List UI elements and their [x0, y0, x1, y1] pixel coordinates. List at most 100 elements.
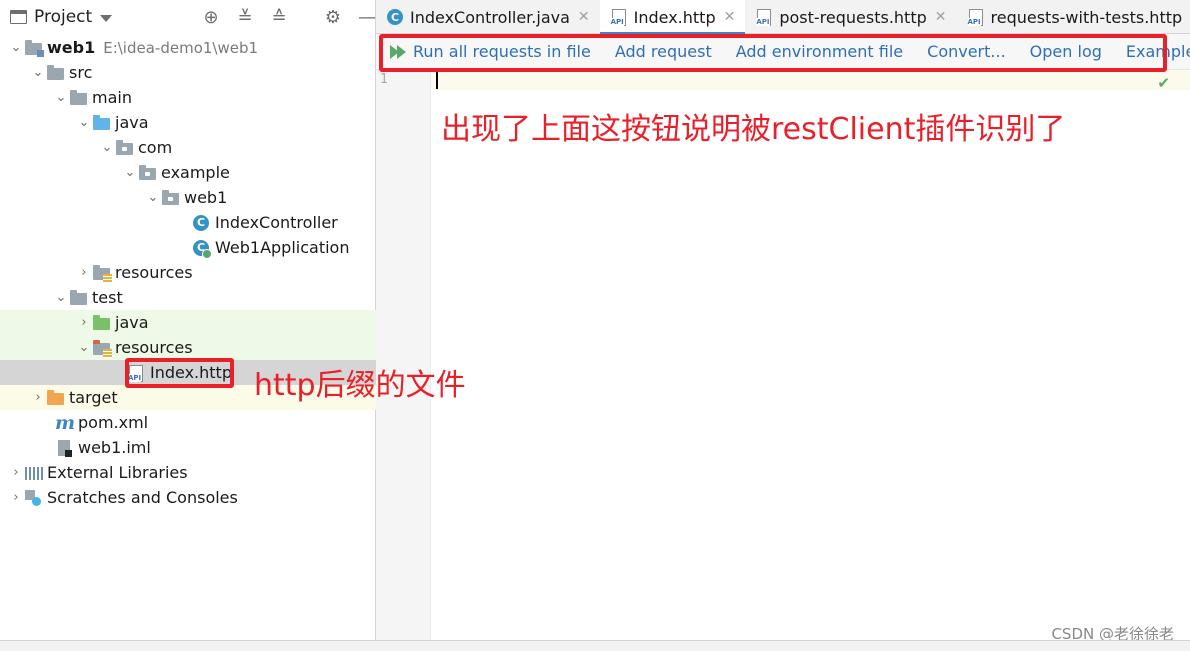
tree-item-label: External Libraries — [47, 463, 188, 482]
annotation-box-toolbar — [379, 34, 1167, 72]
gear-icon[interactable]: ⚙ — [316, 0, 350, 34]
tree-item-label: target — [69, 388, 118, 407]
status-bar — [0, 640, 1190, 651]
tree-item-main[interactable]: ⌄ main — [0, 85, 376, 110]
tab-label: post-requests.http — [779, 7, 927, 27]
project-view-icon — [10, 10, 27, 24]
package-icon — [138, 164, 156, 182]
tab-requests-with-tests-http[interactable]: requests-with-tests.http — [957, 0, 1190, 34]
folder-icon — [69, 89, 87, 107]
excluded-folder-icon — [46, 389, 64, 407]
tree-item-web1-iml[interactable]: web1.iml — [0, 435, 376, 460]
chevron-down-icon[interactable]: ⌄ — [122, 160, 138, 185]
module-folder-icon — [24, 39, 44, 57]
chevron-down-icon[interactable]: ⌄ — [145, 185, 161, 210]
chevron-down-icon[interactable]: ⌄ — [30, 60, 46, 85]
class-icon: C — [386, 8, 404, 26]
editor-tab-bar: C IndexController.java ✕ Index.http ✕ po… — [376, 0, 1190, 35]
tree-item-web1-package[interactable]: ⌄ web1 — [0, 185, 376, 210]
tree-item-com[interactable]: ⌄ com — [0, 135, 376, 160]
chevron-right-icon[interactable]: › — [8, 485, 24, 510]
tab-indexcontroller-java[interactable]: C IndexController.java ✕ — [376, 0, 600, 34]
spring-boot-class-icon: C — [192, 239, 212, 259]
test-source-folder-icon — [92, 314, 110, 332]
annotation-box-index-http — [125, 358, 234, 388]
chevron-right-icon[interactable]: › — [76, 310, 92, 335]
tree-item-pom-xml[interactable]: m pom.xml — [0, 410, 376, 435]
tree-item-label: test — [92, 288, 123, 307]
http-file-icon — [755, 8, 773, 26]
tree-item-test-java[interactable]: › java — [0, 310, 376, 335]
tree-item-label: web1.iml — [78, 438, 151, 457]
tree-item-external-libraries[interactable]: › External Libraries — [0, 460, 376, 485]
package-icon — [161, 189, 179, 207]
tree-item-test[interactable]: ⌄ test — [0, 285, 376, 310]
chevron-down-icon[interactable]: ⌄ — [99, 135, 115, 160]
tree-item-indexcontroller[interactable]: C IndexController — [0, 210, 376, 235]
tree-item-src[interactable]: ⌄ src — [0, 60, 376, 85]
folder-icon — [46, 64, 64, 82]
tree-item-test-resources[interactable]: ⌄ resources — [0, 335, 376, 360]
tree-item-label: resources — [115, 263, 193, 282]
chevron-right-icon[interactable]: › — [76, 260, 92, 285]
test-resources-folder-icon — [92, 339, 112, 358]
maven-icon: m — [55, 411, 76, 434]
annotation-file-note: http后缀的文件 — [254, 368, 466, 403]
tree-item-label: main — [92, 88, 132, 107]
tree-item-label: example — [161, 163, 230, 182]
close-icon[interactable]: ✕ — [724, 9, 736, 25]
tree-item-main-resources[interactable]: › resources — [0, 260, 376, 285]
tree-item-web1-module[interactable]: ⌄ web1 E:\idea-demo1\web1 — [0, 35, 376, 60]
source-folder-icon — [92, 114, 110, 132]
tab-index-http[interactable]: Index.http ✕ — [599, 0, 746, 35]
current-line-highlight — [431, 70, 1190, 90]
project-panel-header: Project ⊕ ≚ ≙ ⚙ — — [0, 0, 376, 34]
chevron-down-icon[interactable]: ⌄ — [8, 35, 24, 60]
scratches-icon — [24, 489, 42, 507]
chevron-right-icon[interactable]: › — [8, 460, 24, 485]
project-panel-tools: ⊕ ≚ ≙ ⚙ — — [194, 0, 384, 34]
text-caret — [436, 72, 438, 89]
tree-item-label: Scratches and Consoles — [47, 488, 238, 507]
tree-item-label: java — [115, 313, 149, 332]
tab-post-requests-http[interactable]: post-requests.http ✕ — [745, 0, 956, 34]
module-path: E:\idea-demo1\web1 — [103, 38, 259, 57]
folder-icon — [69, 289, 87, 307]
tree-item-label: Web1Application — [215, 238, 350, 257]
close-icon[interactable]: ✕ — [578, 9, 590, 25]
tree-item-label: resources — [115, 338, 193, 357]
tab-label: Index.http — [633, 7, 716, 27]
tree-item-label: IndexController — [215, 213, 338, 232]
tree-item-main-java[interactable]: ⌄ java — [0, 110, 376, 135]
checkmark-icon: ✔ — [1157, 74, 1170, 92]
collapse-all-icon[interactable]: ≙ — [262, 0, 296, 34]
tree-item-label: web1 — [47, 38, 96, 57]
chevron-down-icon[interactable]: ⌄ — [76, 110, 92, 135]
chevron-down-icon[interactable] — [100, 14, 113, 22]
class-icon: C — [192, 214, 210, 232]
editor-area: C IndexController.java ✕ Index.http ✕ po… — [376, 0, 1190, 651]
chevron-down-icon[interactable]: ⌄ — [53, 85, 69, 110]
tree-item-scratches[interactable]: › Scratches and Consoles — [0, 485, 376, 510]
http-file-icon — [967, 8, 985, 26]
tree-item-label: src — [69, 63, 93, 82]
tab-label: requests-with-tests.http — [990, 7, 1183, 27]
tree-item-label: web1 — [184, 188, 228, 207]
tree-item-label: pom.xml — [78, 413, 149, 432]
separator — [296, 0, 316, 34]
line-number: 1 — [380, 72, 388, 87]
expand-all-icon[interactable]: ≚ — [228, 0, 262, 34]
code-editor[interactable]: ✔ — [431, 70, 1190, 651]
project-panel: Project ⊕ ≚ ≙ ⚙ — ⌄ web1 E:\idea-demo1\w… — [0, 0, 376, 651]
project-view-selector[interactable]: Project — [34, 7, 92, 27]
tree-item-example[interactable]: ⌄ example — [0, 160, 376, 185]
locate-file-icon[interactable]: ⊕ — [194, 0, 228, 34]
tab-label: IndexController.java — [410, 7, 570, 27]
tree-item-label: com — [138, 138, 173, 157]
chevron-right-icon[interactable]: › — [30, 385, 46, 410]
chevron-down-icon[interactable]: ⌄ — [53, 285, 69, 310]
package-icon — [115, 139, 133, 157]
chevron-down-icon[interactable]: ⌄ — [76, 335, 92, 360]
tree-item-web1application[interactable]: C Web1Application — [0, 235, 376, 260]
close-icon[interactable]: ✕ — [935, 9, 947, 25]
